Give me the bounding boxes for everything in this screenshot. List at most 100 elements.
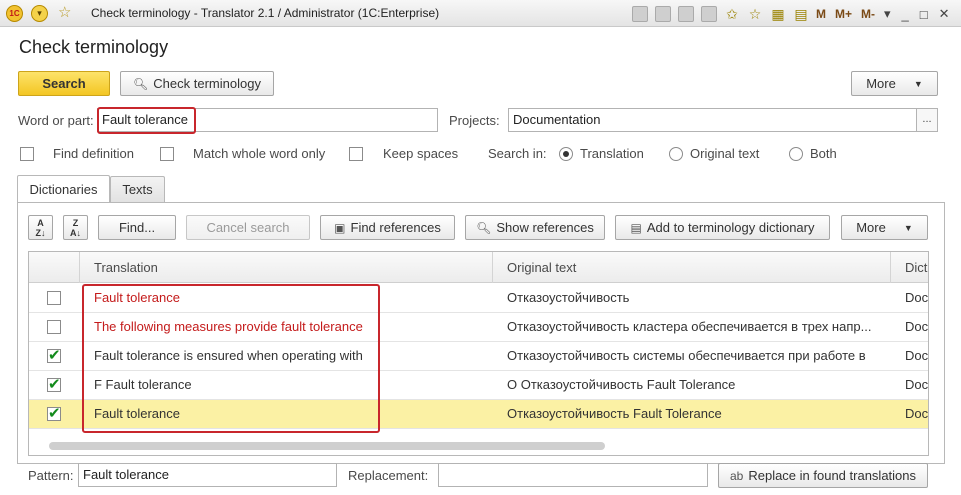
- search-in-original-label: Original text: [690, 146, 760, 161]
- cell-dictionary[interactable]: Doc: [891, 400, 928, 428]
- find-button[interactable]: Find...: [98, 215, 176, 240]
- history-icon[interactable]: ☆: [747, 6, 763, 22]
- header-dictionary[interactable]: Dict: [891, 252, 928, 283]
- cell-translation[interactable]: Fault tolerance: [80, 400, 493, 428]
- memory-add-button[interactable]: M+: [835, 7, 852, 21]
- header-check-column[interactable]: [29, 252, 80, 283]
- add-favorite-icon[interactable]: ✩: [724, 6, 740, 22]
- find-references-label: Find references: [350, 220, 441, 235]
- check-terminology-label: Check terminology: [153, 76, 261, 91]
- check-terminology-button[interactable]: 🔍︎ Check terminology: [120, 71, 274, 96]
- table-row[interactable]: The following measures provide fault tol…: [29, 313, 928, 342]
- row-checkbox[interactable]: [47, 404, 61, 422]
- minimize-icon[interactable]: _: [902, 7, 909, 22]
- search-in-translation-radio[interactable]: [559, 147, 573, 161]
- table-row[interactable]: Fault toleranceОтказоустойчивость Fault …: [29, 400, 928, 429]
- horizontal-scrollbar[interactable]: [29, 436, 928, 455]
- find-references-button[interactable]: ▣ Find references: [320, 215, 455, 240]
- cell-original-text[interactable]: О Отказоустойчивость Fault Tolerance: [493, 371, 891, 399]
- results-table: Translation Original text Dict Fault tol…: [28, 251, 929, 456]
- link-icon[interactable]: [701, 6, 717, 22]
- sort-ascending-icon: A Z↓: [35, 218, 46, 238]
- match-whole-word-checkbox[interactable]: [160, 147, 174, 161]
- table-row[interactable]: F Fault toleranceО Отказоустойчивость Fa…: [29, 371, 928, 400]
- row-checkbox[interactable]: [47, 375, 61, 393]
- projects-label: Projects:: [449, 113, 500, 128]
- replace-icon: ab: [729, 468, 744, 483]
- sort-descending-icon: Z A↓: [70, 218, 81, 238]
- print-icon[interactable]: [655, 6, 671, 22]
- cell-translation[interactable]: F Fault tolerance: [80, 371, 493, 399]
- add-to-dictionary-button[interactable]: ▤ Add to terminology dictionary: [615, 215, 830, 240]
- keep-spaces-checkbox[interactable]: [349, 147, 363, 161]
- table-row[interactable]: Fault tolerance Отказоустойчивость Doc: [29, 284, 928, 313]
- window-titlebar: 1C ▾ ☆ Check terminology - Translator 2.…: [0, 0, 961, 27]
- row-checkbox[interactable]: [47, 346, 61, 364]
- scrollbar-thumb[interactable]: [49, 442, 605, 450]
- row-checkbox[interactable]: [47, 291, 61, 305]
- search-in-both-radio[interactable]: [789, 147, 803, 161]
- favorites-star-icon[interactable]: ☆: [58, 3, 71, 21]
- memory-subtract-button[interactable]: M-: [861, 7, 875, 21]
- memory-button[interactable]: M: [816, 7, 826, 21]
- main-menu-icon[interactable]: ▾: [31, 5, 48, 22]
- header-translation[interactable]: Translation: [80, 252, 493, 283]
- app-logo-icon[interactable]: 1C: [6, 5, 23, 22]
- titlebar-toolbar: ✩ ☆ ▦ ▤ M M+ M- ▾ _ □ ✕: [632, 4, 961, 24]
- sort-descending-button[interactable]: Z A↓: [63, 215, 88, 240]
- close-icon[interactable]: ✕: [939, 6, 950, 22]
- search-in-original-radio[interactable]: [669, 147, 683, 161]
- maximize-icon[interactable]: □: [920, 7, 928, 22]
- replace-in-found-label: Replace in found translations: [748, 468, 917, 483]
- cell-original-text[interactable]: Отказоустойчивость: [493, 284, 891, 312]
- window-menu-icon[interactable]: ▾: [884, 6, 891, 22]
- match-whole-word-label: Match whole word only: [193, 146, 326, 161]
- header-original-text[interactable]: Original text: [493, 252, 891, 283]
- projects-choose-button[interactable]: ...: [916, 108, 938, 132]
- tab-dictionaries[interactable]: Dictionaries: [17, 175, 110, 202]
- search-in-translation-label: Translation: [580, 146, 644, 161]
- cell-dictionary[interactable]: Doc: [891, 371, 928, 399]
- find-definition-label: Find definition: [53, 146, 134, 161]
- cell-dictionary[interactable]: Doc: [891, 342, 928, 370]
- row-checkbox[interactable]: [47, 320, 61, 334]
- show-references-button[interactable]: 🔍︎ Show references: [465, 215, 605, 240]
- cell-original-text[interactable]: Отказоустойчивость Fault Tolerance: [493, 400, 891, 428]
- search-in-both-label: Both: [810, 146, 837, 161]
- add-to-dictionary-label: Add to terminology dictionary: [646, 220, 815, 235]
- cancel-search-button[interactable]: Cancel search: [186, 215, 310, 240]
- panel-more-button[interactable]: More ▼: [841, 215, 928, 240]
- word-label: Word or part:: [18, 113, 94, 128]
- cell-original-text[interactable]: Отказоустойчивость кластера обеспечивает…: [493, 313, 891, 341]
- calculator-icon[interactable]: ▦: [770, 6, 786, 22]
- show-references-label: Show references: [496, 220, 594, 235]
- save-icon[interactable]: [632, 6, 648, 22]
- magnifier-icon: 🔍︎: [133, 76, 149, 91]
- chevron-down-icon: ▼: [913, 78, 923, 89]
- replacement-input[interactable]: [438, 463, 708, 487]
- word-input[interactable]: Fault tolerance: [97, 108, 438, 132]
- pattern-label: Pattern:: [28, 468, 74, 483]
- print-preview-icon[interactable]: [678, 6, 694, 22]
- search-in-label: Search in:: [488, 146, 547, 161]
- replace-in-found-button[interactable]: ab Replace in found translations: [718, 463, 928, 488]
- search-button[interactable]: Search: [18, 71, 110, 96]
- cell-dictionary[interactable]: Doc: [891, 284, 928, 312]
- magnifier-icon: 🔍︎: [476, 220, 492, 235]
- cell-translation[interactable]: The following measures provide fault tol…: [80, 313, 493, 341]
- cell-original-text[interactable]: Отказоустойчивость системы обеспечиваетс…: [493, 342, 891, 370]
- projects-input[interactable]: Documentation: [508, 108, 917, 132]
- more-button[interactable]: More ▼: [851, 71, 938, 96]
- chevron-down-icon: ▼: [903, 222, 913, 233]
- table-row[interactable]: Fault tolerance is ensured when operatin…: [29, 342, 928, 371]
- keep-spaces-label: Keep spaces: [383, 146, 459, 161]
- pattern-input[interactable]: Fault tolerance: [78, 463, 337, 487]
- find-definition-checkbox[interactable]: [20, 147, 34, 161]
- tab-texts[interactable]: Texts: [110, 176, 165, 202]
- cell-dictionary[interactable]: Doc: [891, 313, 928, 341]
- panel-more-label: More: [856, 220, 886, 235]
- calendar-icon[interactable]: ▤: [793, 6, 809, 22]
- cell-translation[interactable]: Fault tolerance: [80, 284, 493, 312]
- sort-ascending-button[interactable]: A Z↓: [28, 215, 53, 240]
- cell-translation[interactable]: Fault tolerance is ensured when operatin…: [80, 342, 493, 370]
